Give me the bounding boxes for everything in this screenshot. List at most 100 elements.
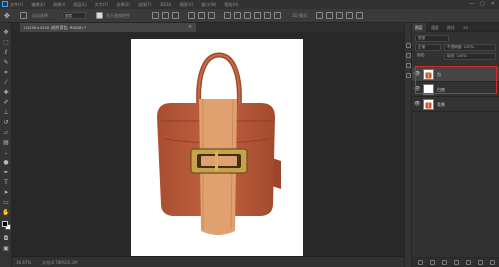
menu-3d[interactable]: 3D(D): [160, 2, 172, 7]
align-left-icon[interactable]: [188, 12, 195, 19]
path-selection-tool-icon[interactable]: ➤: [2, 189, 10, 196]
document-tab[interactable]: U4250×4250 (橙色背包, RGB/8) *: [20, 23, 196, 32]
layer-mask-icon[interactable]: [442, 260, 447, 265]
eraser-tool-icon[interactable]: ▱: [2, 129, 10, 136]
adjustment-layer-icon[interactable]: [454, 260, 459, 265]
distribute-top-icon[interactable]: [224, 12, 231, 19]
zoom-level[interactable]: 16.67%: [16, 260, 31, 265]
brush-tool-icon[interactable]: ✐: [2, 99, 10, 106]
minimize-button[interactable]: —: [469, 1, 474, 7]
menu-type[interactable]: 文字(Y): [95, 2, 109, 8]
auto-select-dropdown[interactable]: 图层: [62, 12, 86, 19]
align-top-icon[interactable]: [152, 12, 159, 19]
bag-thumbnail-icon: [425, 102, 432, 109]
maximize-button[interactable]: ▢: [480, 1, 485, 7]
new-group-icon[interactable]: [466, 260, 471, 265]
menu-image[interactable]: 图像(I): [53, 2, 65, 8]
align-middle-icon[interactable]: [162, 12, 169, 19]
quick-mask-icon[interactable]: ◘: [2, 235, 10, 242]
eyedropper-tool-icon[interactable]: ⁄: [2, 79, 10, 86]
type-tool-icon[interactable]: T: [2, 179, 10, 186]
tab-paths[interactable]: 路径: [444, 23, 458, 32]
new-layer-icon[interactable]: [478, 260, 483, 265]
menu-filter[interactable]: 滤镜(T): [138, 2, 152, 8]
foreground-color-swatch[interactable]: [2, 221, 8, 227]
blend-mode-dropdown[interactable]: 正常: [415, 44, 441, 51]
distribute-center-icon[interactable]: [264, 12, 271, 19]
layer-row-background[interactable]: 👁︎ 背景: [412, 97, 499, 112]
transform-controls-checkbox[interactable]: [96, 12, 103, 19]
move-tool-icon[interactable]: ✥: [4, 12, 16, 20]
menu-view[interactable]: 视图(V): [179, 2, 193, 8]
layers-panel-footer: [412, 257, 499, 267]
fill-field[interactable]: 填充: 100%: [444, 53, 496, 60]
blur-tool-icon[interactable]: 💧︎: [2, 149, 10, 156]
3d-slide-icon[interactable]: [346, 12, 353, 19]
align-center-icon[interactable]: [198, 12, 205, 19]
history-brush-tool-icon[interactable]: ↺: [2, 119, 10, 126]
visibility-eye-icon[interactable]: 👁︎: [414, 101, 420, 107]
close-window-button[interactable]: ✕: [491, 1, 495, 7]
layer-style-icon[interactable]: [430, 260, 435, 265]
rectangle-tool-icon[interactable]: ▭: [2, 199, 10, 206]
auto-select-label: 自动选择:: [32, 13, 50, 18]
panel-tabs: 图层 通道 路径 3D: [412, 23, 499, 32]
layer-filter-dropdown[interactable]: 类型: [415, 35, 449, 42]
transform-controls-label: 显示变换控件: [106, 13, 130, 18]
menu-edit[interactable]: 编辑(E): [31, 2, 45, 8]
distribute-bottom-icon[interactable]: [244, 12, 251, 19]
history-panel-icon[interactable]: [406, 43, 411, 48]
3d-pan-icon[interactable]: [336, 12, 343, 19]
adjustments-panel-icon[interactable]: [406, 63, 411, 68]
menu-help[interactable]: 帮助(H): [224, 2, 238, 8]
align-right-icon[interactable]: [208, 12, 215, 19]
layers-panel: 图层 通道 路径 3D 类型 正常 不透明度: 100% 锁定: 填充: 100…: [412, 23, 499, 267]
menu-select[interactable]: 选择(S): [116, 2, 130, 8]
collapsed-panels-strip: [404, 23, 412, 267]
close-tab-icon[interactable]: ×: [188, 23, 192, 32]
menu-file[interactable]: 文件(F): [10, 2, 23, 8]
auto-select-value: 图层: [65, 14, 73, 18]
delete-layer-icon[interactable]: [490, 260, 495, 265]
document-canvas[interactable]: [131, 39, 303, 256]
lasso-tool-icon[interactable]: ℓ: [2, 49, 10, 56]
dodge-tool-icon[interactable]: ●: [2, 159, 10, 166]
canvas-area[interactable]: [12, 32, 404, 256]
tools-panel: ✥ ⬚ ℓ ✎ ⌗ ⁄ ✚ ✐ ⊥ ↺ ▱ ▤ 💧︎ ● ✒ T ➤ ▭ ✋ ◘…: [0, 23, 12, 267]
opacity-field[interactable]: 不透明度: 100%: [444, 44, 496, 51]
tool-preset-picker[interactable]: [20, 12, 27, 19]
layer-name[interactable]: 背景: [437, 102, 445, 108]
lock-label: 锁定:: [417, 53, 426, 57]
layer-thumbnail: [423, 99, 434, 110]
3d-rotate-icon[interactable]: [316, 12, 323, 19]
3d-mode-label: 3D 模式:: [292, 13, 309, 18]
menu-window[interactable]: 窗口(W): [201, 2, 216, 8]
menu-layer[interactable]: 图层(L): [73, 2, 86, 8]
annotation-highlight-box: [415, 66, 497, 94]
gradient-tool-icon[interactable]: ▤: [2, 139, 10, 146]
quick-select-tool-icon[interactable]: ✎: [2, 59, 10, 66]
properties-panel-icon[interactable]: [406, 53, 411, 58]
link-layers-icon[interactable]: [418, 260, 423, 265]
move-tool-icon[interactable]: ✥: [2, 29, 10, 36]
distribute-left-icon[interactable]: [254, 12, 261, 19]
align-bottom-icon[interactable]: [172, 12, 179, 19]
distribute-middle-icon[interactable]: [234, 12, 241, 19]
marquee-tool-icon[interactable]: ⬚: [2, 39, 10, 46]
3d-scale-icon[interactable]: [356, 12, 363, 19]
hand-tool-icon[interactable]: ✋: [2, 209, 10, 216]
options-bar: ✥ 自动选择: 图层 显示变换控件 3D 模式:: [0, 9, 499, 23]
clone-stamp-tool-icon[interactable]: ⊥: [2, 109, 10, 116]
healing-brush-tool-icon[interactable]: ✚: [2, 89, 10, 96]
character-panel-icon[interactable]: [406, 73, 411, 78]
bag-image: [157, 52, 281, 235]
document-info[interactable]: 文档:8.78M/26.3M: [42, 260, 77, 266]
distribute-right-icon[interactable]: [274, 12, 281, 19]
crop-tool-icon[interactable]: ⌗: [2, 69, 10, 76]
tab-3d[interactable]: 3D: [460, 23, 471, 32]
tab-channels[interactable]: 通道: [428, 23, 442, 32]
screen-mode-icon[interactable]: ▣: [2, 245, 10, 252]
3d-roll-icon[interactable]: [326, 12, 333, 19]
tab-layers[interactable]: 图层: [412, 23, 426, 32]
pen-tool-icon[interactable]: ✒: [2, 169, 10, 176]
